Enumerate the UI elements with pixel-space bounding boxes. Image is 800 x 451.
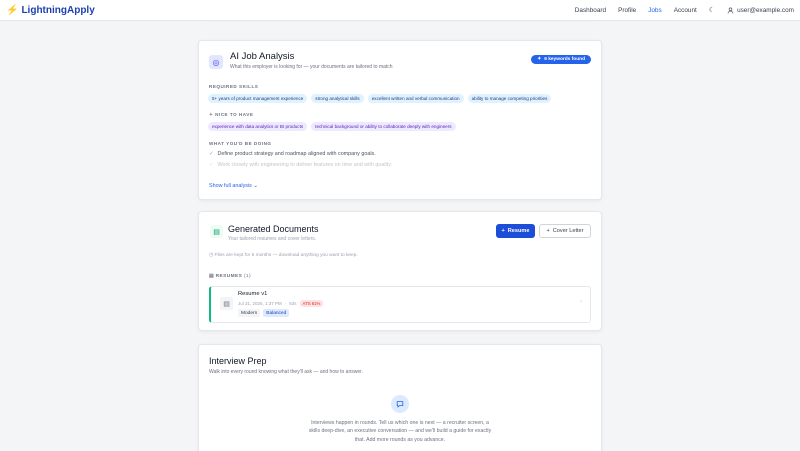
chat-bubble-icon bbox=[391, 395, 409, 413]
user-email: user@example.com bbox=[737, 6, 794, 14]
file-icon: ▤ bbox=[209, 274, 214, 279]
generate-cover-letter-button[interactable]: + Cover Letter bbox=[539, 224, 591, 238]
resume-tags: Modern Balanced bbox=[238, 309, 290, 317]
moon-icon[interactable]: ☾ bbox=[709, 6, 715, 14]
resumes-section-label: ▤ RESUMES (1) bbox=[209, 274, 252, 279]
nice-chip: technical background or ability to colla… bbox=[311, 122, 456, 131]
plus-icon: + bbox=[546, 228, 550, 234]
nice-chip: experience with data analytics or BI pro… bbox=[208, 122, 308, 131]
ai-job-analysis-card: ◎ AI Job Analysis What this employer is … bbox=[198, 40, 602, 200]
resume-date: Jul 31, 2026, 1:37 PM bbox=[238, 301, 282, 306]
sparkle-icon: ✦ bbox=[537, 57, 542, 62]
interview-title: Interview Prep bbox=[209, 356, 267, 366]
skill-chip: excellent written and verbal communicati… bbox=[367, 94, 464, 103]
interview-description: Interviews happen in rounds. Tell us whi… bbox=[308, 420, 492, 443]
resume-name: Resume v1 bbox=[238, 291, 268, 297]
required-skills-label: REQUIRED SKILLS bbox=[209, 84, 259, 89]
user-icon bbox=[727, 6, 734, 13]
brand-logo[interactable]: ⚡ LightningApply bbox=[6, 5, 95, 16]
doing-item: ✓ Work closely with engineering to deliv… bbox=[209, 162, 393, 168]
skill-chip: strong analytical skills bbox=[311, 94, 364, 103]
skill-chip: ability to manage competing priorities bbox=[467, 94, 552, 103]
chevron-right-icon: › bbox=[580, 299, 582, 305]
top-nav: ⚡ LightningApply Dashboard Profile Jobs … bbox=[0, 0, 800, 21]
docs-title: Generated Documents bbox=[228, 224, 319, 234]
doing-label: WHAT YOU'D BE DOING bbox=[209, 141, 272, 146]
document-icon: ▤ bbox=[210, 225, 223, 238]
lightning-bolt-icon: ⚡ bbox=[6, 4, 19, 16]
resume-duration: 53s bbox=[289, 301, 297, 306]
nav-link-profile[interactable]: Profile bbox=[618, 7, 636, 14]
keywords-count: 6 keywords found bbox=[544, 57, 585, 62]
brand-name: LightningApply bbox=[21, 4, 95, 16]
ai-analysis-header: ◎ AI Job Analysis What this employer is … bbox=[209, 51, 393, 70]
doing-item: ✓ Define product strategy and roadmap al… bbox=[209, 151, 376, 157]
skill-chip: 5+ years of product management experienc… bbox=[208, 94, 308, 103]
resume-list-item[interactable]: ▤ Resume v1 Jul 31, 2026, 1:37 PM · 53s … bbox=[209, 286, 591, 323]
clock-icon: ◷ bbox=[209, 253, 214, 258]
show-full-analysis-link[interactable]: Show full analysis ⌄ bbox=[209, 183, 258, 189]
check-icon: ✓ bbox=[209, 162, 214, 168]
tone-tag: Balanced bbox=[263, 309, 290, 317]
user-menu[interactable]: user@example.com bbox=[727, 7, 794, 14]
nice-to-have-label: ✧ NICE TO HAVE bbox=[209, 112, 254, 117]
files-retention-note: ◷ Files are kept for 6 months — download… bbox=[209, 253, 358, 258]
sparkle-icon: ✧ bbox=[209, 112, 214, 117]
interview-subtitle: Walk into every round knowing what they'… bbox=[209, 369, 363, 375]
keywords-badge: ✦ 6 keywords found bbox=[531, 55, 591, 64]
resume-meta: Jul 31, 2026, 1:37 PM · 53s ATS 61% bbox=[238, 300, 324, 307]
generated-documents-card: ▤ Generated Documents Your tailored resu… bbox=[198, 211, 602, 331]
nav-link-account[interactable]: Account bbox=[674, 7, 697, 14]
docs-subtitle: Your tailored resumes and cover letters. bbox=[228, 236, 317, 242]
chevron-down-icon: ⌄ bbox=[253, 183, 258, 189]
generate-resume-button[interactable]: + Resume bbox=[496, 224, 535, 238]
check-icon: ✓ bbox=[209, 151, 214, 157]
target-icon: ◎ bbox=[209, 55, 223, 69]
ai-analysis-subtitle: What this employer is looking for — your… bbox=[230, 64, 393, 70]
nav-links: Dashboard Profile Jobs Account ☾ user@ex… bbox=[575, 6, 794, 15]
required-skills-chips: 5+ years of product management experienc… bbox=[208, 94, 552, 103]
ai-analysis-title: AI Job Analysis bbox=[230, 51, 295, 62]
file-icon: ▤ bbox=[220, 297, 233, 310]
interview-prep-card: Interview Prep Walk into every round kno… bbox=[198, 344, 602, 451]
template-tag: Modern bbox=[238, 309, 261, 317]
plus-icon: + bbox=[501, 228, 505, 234]
nice-to-have-chips: experience with data analytics or BI pro… bbox=[208, 122, 456, 131]
ats-score-badge: ATS 61% bbox=[299, 300, 324, 307]
nav-link-jobs[interactable]: Jobs bbox=[648, 7, 662, 14]
nav-link-dashboard[interactable]: Dashboard bbox=[575, 7, 606, 14]
